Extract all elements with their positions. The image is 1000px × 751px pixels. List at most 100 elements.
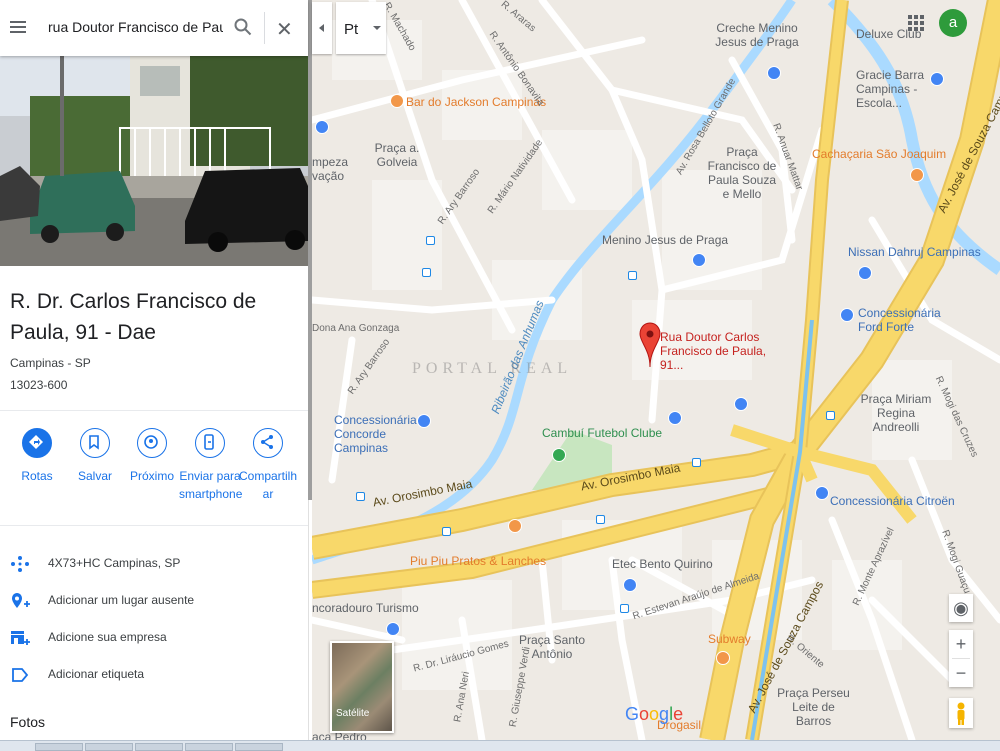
stadium-icon[interactable] bbox=[552, 448, 566, 462]
search-icon[interactable] bbox=[234, 18, 252, 36]
poi-menino-jesus[interactable]: Menino Jesus de Praga bbox=[602, 233, 728, 247]
bookmark-icon bbox=[80, 428, 110, 458]
place-postal-code: 13023-600 bbox=[10, 378, 68, 392]
search-box: rua Doutor Francisco de Paula,91 ✕ bbox=[0, 0, 308, 56]
bar-icon[interactable] bbox=[390, 94, 404, 108]
my-location-button[interactable]: ◉ bbox=[949, 594, 973, 622]
poi-bar[interactable]: Bar do Jackson Campinas bbox=[406, 95, 546, 109]
pegman-button[interactable] bbox=[949, 698, 973, 728]
share-icon bbox=[253, 428, 283, 458]
school-icon[interactable] bbox=[623, 578, 637, 592]
plus-code-icon bbox=[11, 556, 29, 572]
location-pin-icon[interactable] bbox=[639, 322, 661, 368]
bar-icon[interactable] bbox=[910, 168, 924, 182]
language-select[interactable]: Pt bbox=[336, 2, 386, 54]
zoom-in-button[interactable]: + bbox=[949, 630, 973, 658]
share-label: Compartilhar bbox=[238, 469, 298, 501]
school-icon[interactable] bbox=[692, 253, 706, 267]
bus-stop-icon[interactable] bbox=[826, 411, 835, 420]
poi-turismo[interactable]: ncoradouro Turismo bbox=[312, 601, 419, 615]
poi-limpeza[interactable]: mpeza vação bbox=[312, 155, 348, 183]
bus-stop-icon[interactable] bbox=[628, 271, 637, 280]
collapse-panel-button[interactable] bbox=[312, 2, 332, 54]
poi-subway[interactable]: Subway bbox=[708, 632, 751, 646]
place-title: R. Dr. Carlos Francisco de Paula, 91 - D… bbox=[10, 290, 257, 344]
google-logo: Google bbox=[625, 704, 684, 724]
nearby-button[interactable]: Próximo bbox=[122, 428, 182, 485]
poi-praca-golveia[interactable]: Praça a. Golveia bbox=[372, 141, 422, 169]
street-dona-ana: Dona Ana Gonzaga bbox=[312, 323, 400, 334]
zoom-controls: + − bbox=[949, 630, 973, 687]
place-panel: R. Dr. Carlos Francisco de Paula, 91 - D… bbox=[0, 0, 309, 740]
language-value: Pt bbox=[344, 21, 359, 38]
send-to-phone-button[interactable]: Enviar para smartphone bbox=[179, 428, 242, 503]
add-place-icon bbox=[12, 593, 30, 608]
bus-stop-icon[interactable] bbox=[356, 492, 365, 501]
restaurant-icon[interactable] bbox=[716, 651, 730, 665]
add-business-text: Adicione sua empresa bbox=[48, 630, 167, 644]
poi-ford[interactable]: Concessionária Ford Forte bbox=[858, 306, 941, 334]
poi-praca-perseu[interactable]: Praça Perseu Leite de Barros bbox=[776, 686, 851, 728]
apps-grid-icon[interactable] bbox=[908, 15, 924, 31]
poi-etec[interactable]: Etec Bento Quirino bbox=[612, 557, 713, 571]
poi-creche[interactable]: Creche Menino Jesus de Praga bbox=[712, 21, 802, 49]
photos-heading: Fotos bbox=[10, 714, 46, 730]
school-icon[interactable] bbox=[767, 66, 781, 80]
shop-icon[interactable] bbox=[734, 397, 748, 411]
label-icon bbox=[12, 668, 29, 682]
nearby-icon bbox=[137, 428, 167, 458]
car-dealer-icon[interactable] bbox=[840, 308, 854, 322]
pin-label[interactable]: Rua Doutor Carlos Francisco de Paula, 91… bbox=[660, 330, 785, 372]
os-taskbar bbox=[0, 740, 1000, 751]
add-business-row[interactable]: Adicione sua empresa bbox=[10, 627, 300, 649]
add-place-text: Adicionar um lugar ausente bbox=[48, 593, 195, 607]
close-icon[interactable]: ✕ bbox=[276, 17, 293, 42]
search-divider bbox=[264, 12, 265, 44]
menu-icon[interactable] bbox=[10, 18, 28, 38]
zoom-out-button[interactable]: − bbox=[949, 659, 973, 687]
bus-stop-icon[interactable] bbox=[422, 268, 431, 277]
directions-icon bbox=[22, 428, 52, 458]
bus-stop-icon[interactable] bbox=[620, 604, 629, 613]
save-button[interactable]: Salvar bbox=[65, 428, 125, 485]
poi-piu-piu[interactable]: Piu Piu Pratos & Lanches bbox=[410, 554, 546, 568]
plus-code-text: 4X73+HC Campinas, SP bbox=[48, 556, 181, 570]
poi-cachacaria[interactable]: Cachaçaria São Joaquim bbox=[812, 147, 946, 161]
pegman-icon bbox=[957, 702, 965, 725]
poi-praca-francisco[interactable]: Praça Francisco de Paula Souza e Mello bbox=[707, 145, 777, 201]
car-dealer-icon[interactable] bbox=[417, 414, 431, 428]
car-dealer-icon[interactable] bbox=[858, 266, 872, 280]
shop-icon[interactable] bbox=[668, 411, 682, 425]
restaurant-icon[interactable] bbox=[508, 519, 522, 533]
car-dealer-icon[interactable] bbox=[815, 486, 829, 500]
search-input[interactable]: rua Doutor Francisco de Paula,91 bbox=[48, 19, 223, 35]
divider bbox=[0, 410, 308, 411]
avatar[interactable]: a bbox=[939, 9, 967, 37]
satellite-toggle[interactable]: Satélite bbox=[330, 641, 394, 733]
bus-stop-icon[interactable] bbox=[596, 515, 605, 524]
poi-citroen[interactable]: Concessionária Citroën bbox=[830, 494, 955, 508]
map-canvas[interactable]: Rua Doutor Carlos Francisco de Paula, 91… bbox=[312, 0, 1000, 740]
shop-icon[interactable] bbox=[315, 120, 329, 134]
directions-button[interactable]: Rotas bbox=[7, 428, 67, 485]
chevron-down-icon bbox=[373, 26, 381, 30]
poi-cambui[interactable]: Cambuí Futebol Clube bbox=[542, 426, 662, 440]
divider bbox=[0, 525, 308, 526]
add-place-row[interactable]: Adicionar um lugar ausente bbox=[10, 590, 300, 612]
satellite-label: Satélite bbox=[336, 708, 370, 719]
gym-icon[interactable] bbox=[930, 72, 944, 86]
share-button[interactable]: Compartilhar bbox=[238, 428, 298, 503]
street-view-photo[interactable] bbox=[0, 56, 308, 266]
bus-stop-icon[interactable] bbox=[426, 236, 435, 245]
save-label: Salvar bbox=[77, 469, 112, 483]
poi-praca-miriam[interactable]: Praça Miriam Regina Andreolli bbox=[856, 392, 936, 434]
poi-nissan[interactable]: Nissan Dahruj Campinas bbox=[848, 245, 981, 259]
bus-stop-icon[interactable] bbox=[692, 458, 701, 467]
plus-code-row[interactable]: 4X73+HC Campinas, SP bbox=[10, 553, 300, 575]
send-to-phone-icon bbox=[195, 428, 225, 458]
bus-stop-icon[interactable] bbox=[442, 527, 451, 536]
add-label-row[interactable]: Adicionar etiqueta bbox=[10, 664, 300, 686]
travel-agency-icon[interactable] bbox=[386, 622, 400, 636]
panel-scrollbar[interactable] bbox=[308, 0, 312, 500]
place-city: Campinas - SP bbox=[10, 356, 91, 370]
